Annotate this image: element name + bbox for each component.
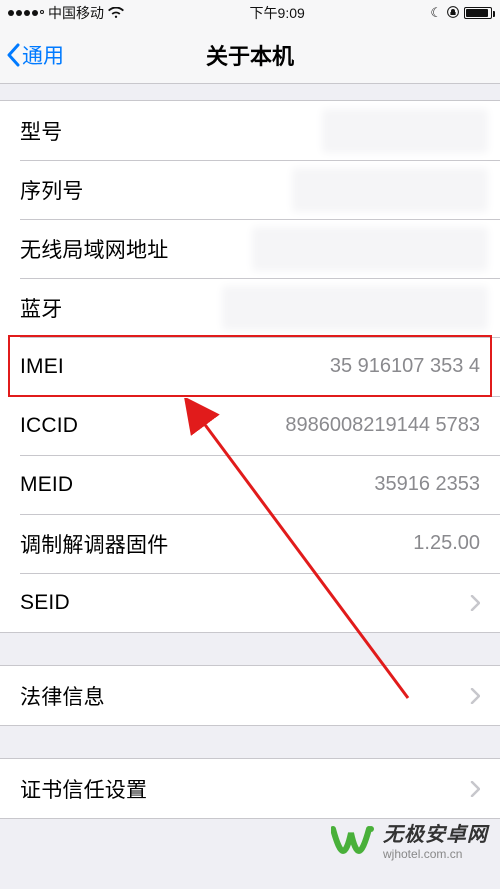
row-label: 调制解调器固件 bbox=[20, 529, 168, 559]
dnd-moon-icon: ☾ bbox=[430, 5, 442, 21]
row-serial[interactable]: 序列号 bbox=[0, 160, 500, 219]
row-imei[interactable]: IMEI 35 916107 353 4 bbox=[0, 337, 500, 396]
row-label: 无线局域网地址 bbox=[20, 234, 168, 264]
row-bluetooth[interactable]: 蓝牙 bbox=[0, 278, 500, 337]
chevron-right-icon bbox=[470, 688, 480, 704]
wifi-icon bbox=[108, 7, 124, 19]
row-label: 蓝牙 bbox=[20, 293, 62, 323]
row-cert-trust-settings[interactable]: 证书信任设置 bbox=[0, 759, 500, 818]
row-label: ICCID bbox=[20, 414, 78, 438]
back-label: 通用 bbox=[22, 40, 64, 70]
carrier-label: 中国移动 bbox=[48, 3, 104, 23]
about-list-group-3: 证书信任设置 bbox=[0, 758, 500, 819]
chevron-right-icon bbox=[470, 781, 480, 797]
status-bar: 中国移动 下午9:09 ☾ bbox=[0, 0, 500, 26]
row-label: MEID bbox=[20, 473, 73, 497]
row-label: 法律信息 bbox=[20, 681, 105, 711]
row-value: 35 916107 353 4 bbox=[84, 355, 480, 378]
watermark-logo-icon bbox=[331, 823, 375, 857]
orientation-lock-icon bbox=[446, 5, 460, 22]
battery-icon bbox=[464, 7, 492, 19]
row-value: 35916 2353 bbox=[93, 473, 480, 496]
signal-dots-icon bbox=[8, 10, 44, 16]
row-model[interactable]: 型号 bbox=[0, 101, 500, 160]
status-right: ☾ bbox=[430, 5, 492, 22]
watermark-title: 无极安卓网 bbox=[383, 818, 488, 847]
status-time: 下午9:09 bbox=[250, 3, 305, 23]
row-label: SEID bbox=[20, 591, 70, 615]
row-value: 1.25.00 bbox=[188, 532, 480, 555]
watermark: 无极安卓网 wjhotel.com.cn bbox=[331, 818, 488, 861]
back-button[interactable]: 通用 bbox=[6, 26, 64, 83]
row-modem-firmware[interactable]: 调制解调器固件 1.25.00 bbox=[0, 514, 500, 573]
row-label: 序列号 bbox=[20, 175, 84, 205]
row-label: IMEI bbox=[20, 355, 64, 379]
chevron-left-icon bbox=[6, 43, 20, 67]
row-legal[interactable]: 法律信息 bbox=[0, 666, 500, 725]
chevron-right-icon bbox=[470, 595, 480, 611]
page-title: 关于本机 bbox=[206, 39, 294, 71]
row-iccid[interactable]: ICCID 8986008219144 5783 bbox=[0, 396, 500, 455]
row-meid[interactable]: MEID 35916 2353 bbox=[0, 455, 500, 514]
nav-header: 通用 关于本机 bbox=[0, 26, 500, 84]
row-label: 证书信任设置 bbox=[20, 774, 147, 804]
about-list-group-1: 型号 序列号 无线局域网地址 蓝牙 IMEI 35 916107 353 4 I… bbox=[0, 100, 500, 633]
watermark-url: wjhotel.com.cn bbox=[383, 847, 488, 861]
status-left: 中国移动 bbox=[8, 3, 124, 23]
row-value: 8986008219144 5783 bbox=[98, 414, 480, 437]
row-seid[interactable]: SEID bbox=[0, 573, 500, 632]
row-wifi-address[interactable]: 无线局域网地址 bbox=[0, 219, 500, 278]
about-list-group-2: 法律信息 bbox=[0, 665, 500, 726]
row-label: 型号 bbox=[20, 116, 62, 146]
